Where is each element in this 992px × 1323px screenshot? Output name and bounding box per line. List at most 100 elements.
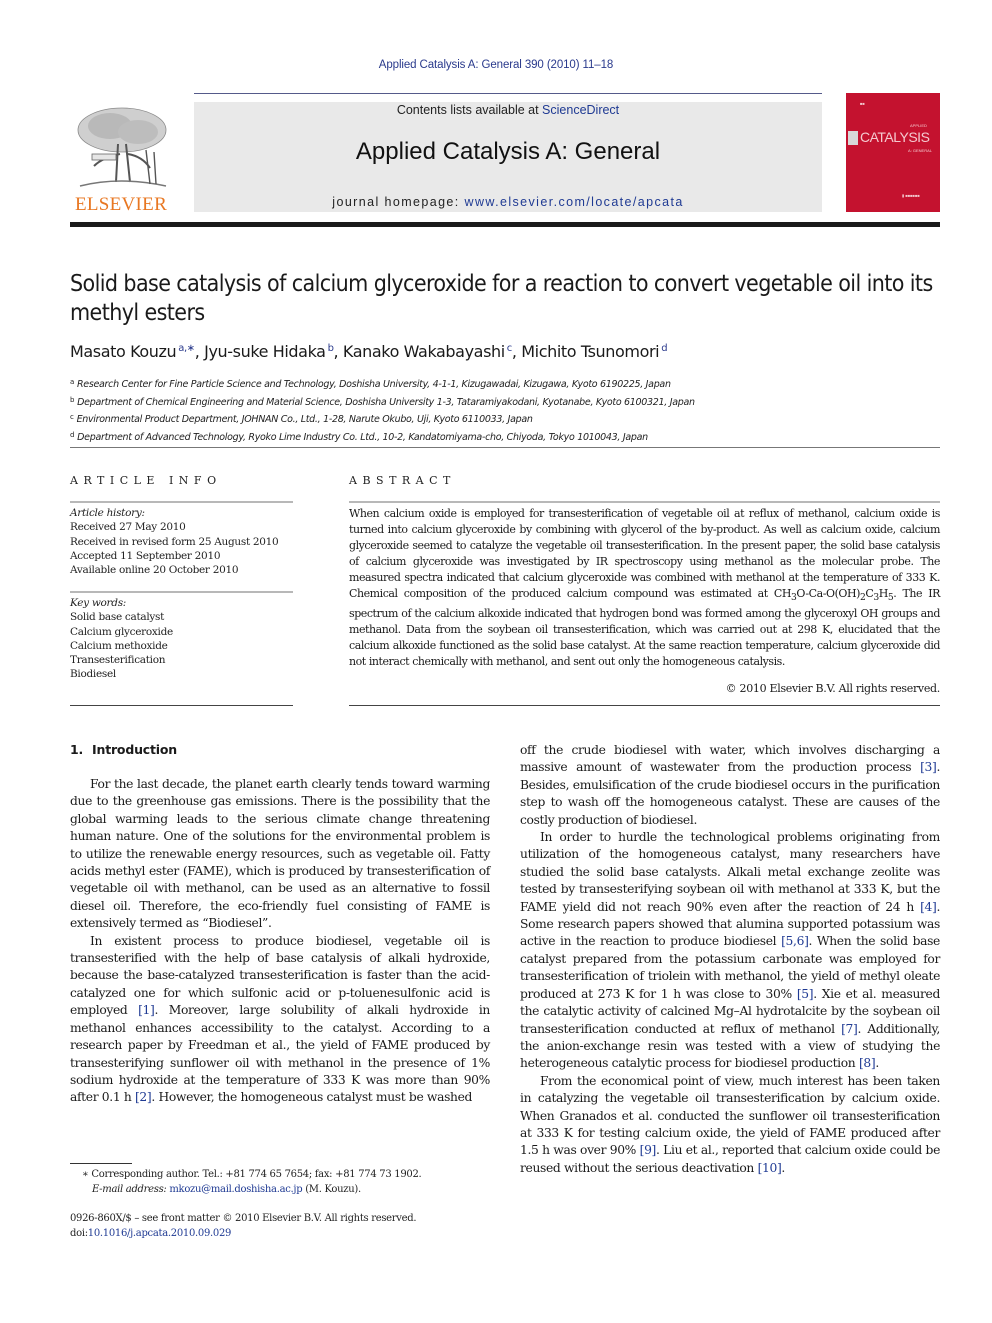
cover-subtitle-bottom: A: GENERAL	[908, 148, 933, 153]
abstract-heading: ABSTRACT	[349, 474, 456, 487]
journal-header-box: Contents lists available at ScienceDirec…	[194, 102, 822, 212]
citation-link[interactable]: [8]	[859, 1056, 876, 1070]
email-line: E-mail address: mkozu@mail.doshisha.ac.j…	[82, 1183, 502, 1198]
article-info-bottom-rule	[70, 705, 293, 706]
article-history: Article history: Received 27 May 2010 Re…	[70, 506, 295, 577]
citation-link[interactable]: [9]	[640, 1143, 657, 1157]
contents-line: Contents lists available at ScienceDirec…	[194, 103, 822, 117]
keywords: Key words: Solid base catalyst Calcium g…	[70, 596, 295, 682]
history-label: Article history:	[70, 507, 145, 519]
paragraph: In existent process to produce biodiesel…	[70, 933, 490, 1107]
homepage-prefix: journal homepage:	[332, 195, 465, 209]
author-name[interactable]: Jyu-suke Hidaka	[204, 342, 326, 361]
section-number: 1.	[70, 742, 84, 757]
affiliation-text: Department of Advanced Technology, Ryoko…	[77, 431, 648, 443]
author-affiliation-mark[interactable]: c	[507, 343, 513, 354]
author-list: Masato Kouzu a,∗, Jyu-suke Hidaka b, Kanak…	[70, 342, 668, 361]
contents-prefix: Contents lists available at	[396, 103, 543, 117]
front-matter: 0926-860X/$ – see front matter © 2010 El…	[70, 1212, 510, 1241]
cover-subtitle-top: APPLIED	[910, 123, 927, 128]
journal-cover-thumbnail[interactable]: ■■ APPLIED CATALYSIS A: GENERAL ▮ ■■■■■■	[846, 93, 940, 212]
abstract-rule	[349, 501, 940, 503]
footnote-rule	[70, 1163, 132, 1164]
citation-link[interactable]: [2]	[135, 1090, 152, 1104]
homepage-link[interactable]: www.elsevier.com/locate/apcata	[465, 195, 684, 209]
cover-title: CATALYSIS	[860, 129, 930, 145]
affiliation-text: Research Center for Fine Particle Scienc…	[77, 379, 671, 390]
paragraph-text: In order to hurdle the technological pro…	[520, 830, 940, 914]
article-title: Solid base catalysis of calcium glycerox…	[70, 271, 933, 326]
abstract-copyright: © 2010 Elsevier B.V. All rights reserved…	[725, 682, 941, 695]
keyword-item: Calcium glyceroxide	[70, 625, 173, 638]
citation-link[interactable]: [4]	[920, 900, 937, 914]
elsevier-tree-icon	[77, 107, 167, 187]
affiliation-mark: d	[70, 430, 75, 439]
author-affiliation-mark[interactable]: b	[328, 343, 334, 354]
affiliation-item: b Department of Chemical Engineering and …	[70, 393, 950, 411]
citation-link[interactable]: [7]	[841, 1022, 858, 1036]
affiliation-text: Department of Chemical Engineering and M…	[77, 396, 695, 408]
affiliation-mark: c	[70, 413, 74, 421]
front-matter-text: 0926-860X/$ – see front matter © 2010 El…	[70, 1213, 417, 1224]
paragraph-text: . However, the homogeneous catalyst must…	[151, 1090, 473, 1105]
corresponding-author-text: Corresponding author. Tel.: +81 774 65 7…	[91, 1169, 422, 1180]
affiliation-mark: b	[70, 395, 75, 404]
journal-reference[interactable]: Applied Catalysis A: General 390 (2010) …	[0, 59, 992, 71]
footnote-line: ∗ Corresponding author. Tel.: +81 774 65…	[82, 1168, 502, 1183]
cover-publisher-mark: ▮ ■■■■■■	[902, 193, 920, 198]
article-info-heading: ARTICLE INFO	[70, 474, 222, 487]
paragraph: For the last decade, the planet earth cl…	[70, 777, 490, 931]
author-name[interactable]: Michito Tsunomori	[521, 342, 659, 361]
sciencedirect-link[interactable]: ScienceDirect	[542, 103, 619, 117]
citation-link[interactable]: [10]	[758, 1161, 782, 1175]
author-name[interactable]: Masato Kouzu	[70, 342, 177, 361]
keyword-item: Transesterification	[70, 654, 166, 667]
paragraph-text: off the crude biodiesel with water, whic…	[520, 743, 940, 775]
affiliation-list: a Research Center for Fine Particle Scien…	[70, 375, 950, 445]
author-affiliation-mark[interactable]: d	[661, 343, 667, 354]
footnote-marker: ∗	[82, 1169, 89, 1180]
citation-link[interactable]: [5]	[797, 987, 814, 1001]
paragraph: off the crude biodiesel with water, whic…	[520, 742, 940, 829]
email-suffix: (M. Kouzu).	[302, 1183, 361, 1195]
header-thick-rule	[70, 222, 940, 227]
email-link[interactable]: mkozu@mail.doshisha.ac.jp	[169, 1184, 302, 1195]
citation-link[interactable]: [1]	[138, 1003, 155, 1017]
article-info-rule	[70, 501, 293, 503]
cover-graphic-block	[848, 131, 858, 145]
affiliation-text: Environmental Product Department, JOHNAN…	[76, 414, 533, 425]
elsevier-logo[interactable]: ELSEVIER	[70, 104, 172, 216]
cover-volume-mark: ■■	[860, 101, 865, 106]
citation-link[interactable]: [5,6]	[781, 934, 809, 948]
paragraph: In order to hurdle the technological pro…	[520, 829, 940, 1073]
history-item: Accepted 11 September 2010	[70, 549, 221, 562]
abstract-body: When calcium oxide is employed for trans…	[349, 506, 940, 670]
history-item: Received in revised form 25 August 2010	[70, 535, 279, 548]
formula-text: H	[878, 587, 889, 600]
affiliation-item: d Department of Advanced Technology, Ryok…	[70, 428, 950, 446]
doi-link[interactable]: 10.1016/j.apcata.2010.09.029	[88, 1228, 232, 1239]
article-info-rule	[70, 591, 293, 593]
body-column-left: For the last decade, the planet earth cl…	[70, 776, 490, 1107]
section-title: Introduction	[92, 742, 177, 757]
paragraph-text: .	[781, 1160, 785, 1175]
abstract-bottom-rule	[349, 705, 940, 706]
author-name[interactable]: Kanako Wakabayashi	[343, 342, 505, 361]
author-affiliation-mark[interactable]: a,∗	[178, 343, 195, 354]
homepage-line: journal homepage: www.elsevier.com/locat…	[194, 195, 822, 209]
history-item: Available online 20 October 2010	[70, 564, 239, 577]
doi-prefix: doi:	[70, 1227, 88, 1239]
history-item: Received 27 May 2010	[70, 521, 186, 534]
corresponding-author-footnote: ∗ Corresponding author. Tel.: +81 774 65…	[82, 1168, 502, 1197]
keyword-item: Biodiesel	[70, 668, 116, 681]
body-column-right: off the crude biodiesel with water, whic…	[520, 742, 940, 1177]
section-divider	[70, 447, 940, 448]
citation-link[interactable]: [3]	[920, 760, 937, 774]
introduction-heading: 1. Introduction	[70, 742, 177, 757]
paragraph: From the economical point of view, much …	[520, 1073, 940, 1177]
header-top-rule	[194, 93, 822, 94]
doi-line: doi:10.1016/j.apcata.2010.09.029	[70, 1227, 510, 1242]
affiliation-item: a Research Center for Fine Particle Scien…	[70, 375, 950, 393]
elsevier-wordmark: ELSEVIER	[74, 194, 168, 215]
formula-text: O-Ca-O(OH)	[796, 587, 860, 600]
